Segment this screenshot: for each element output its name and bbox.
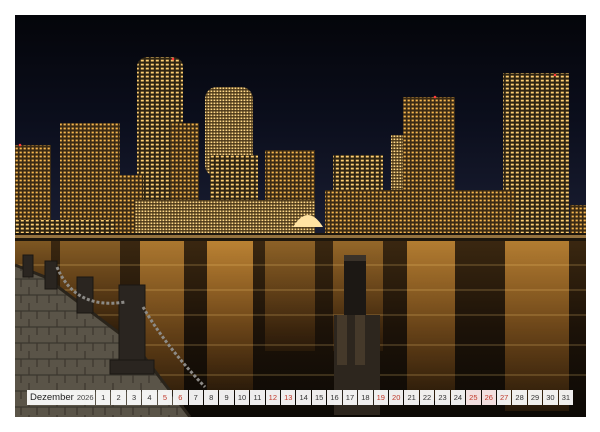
calendar-day: 27 <box>496 390 512 405</box>
calendar-day: 21 <box>404 390 419 405</box>
calendar-day: 28 <box>512 390 527 405</box>
calendar-month: Dezember 2026 <box>27 390 95 405</box>
calendar-day: 10 <box>234 390 250 405</box>
calendar-day: 1 <box>96 390 111 405</box>
calendar-day: 11 <box>250 390 265 405</box>
calendar-day: 25 <box>466 390 481 405</box>
calendar-day: 16 <box>327 390 342 405</box>
calendar-day: 23 <box>435 390 450 405</box>
harbor-night-scene <box>15 15 586 417</box>
calendar-day: 15 <box>311 390 327 405</box>
calendar-day: 9 <box>219 390 234 405</box>
calendar-day: 17 <box>342 390 358 405</box>
calendar-day: 5 <box>157 390 173 405</box>
calendar-day: 4 <box>142 390 157 405</box>
calendar-day: 18 <box>358 390 373 405</box>
month-label: Dezember <box>30 392 74 403</box>
calendar-photo <box>15 15 586 417</box>
calendar-strip: Dezember 2026 1 2 3 4 5 6 7 8 9 10 11 12 13 14 15 16 17 1… <box>27 390 574 405</box>
calendar-day: 20 <box>389 390 404 405</box>
calendar-day: 8 <box>203 390 219 405</box>
calendar-day: 12 <box>265 390 281 405</box>
year-label: 2026 <box>76 393 94 402</box>
calendar-day: 13 <box>281 390 296 405</box>
calendar-day: 6 <box>173 390 188 405</box>
calendar-day: 31 <box>558 390 574 405</box>
calendar-day: 30 <box>543 390 558 405</box>
calendar-day: 29 <box>527 390 543 405</box>
calendar-days: 1 2 3 4 5 6 7 8 9 10 11 12 13 14 15 16 17 18 19 20 21 22 23 24 2… <box>96 390 574 405</box>
calendar-day: 3 <box>126 390 142 405</box>
calendar-day: 19 <box>373 390 389 405</box>
calendar-day: 2 <box>111 390 126 405</box>
calendar-day: 7 <box>188 390 203 405</box>
calendar-day: 24 <box>450 390 466 405</box>
calendar-day: 14 <box>296 390 311 405</box>
calendar-day: 22 <box>419 390 435 405</box>
calendar-day: 26 <box>481 390 496 405</box>
